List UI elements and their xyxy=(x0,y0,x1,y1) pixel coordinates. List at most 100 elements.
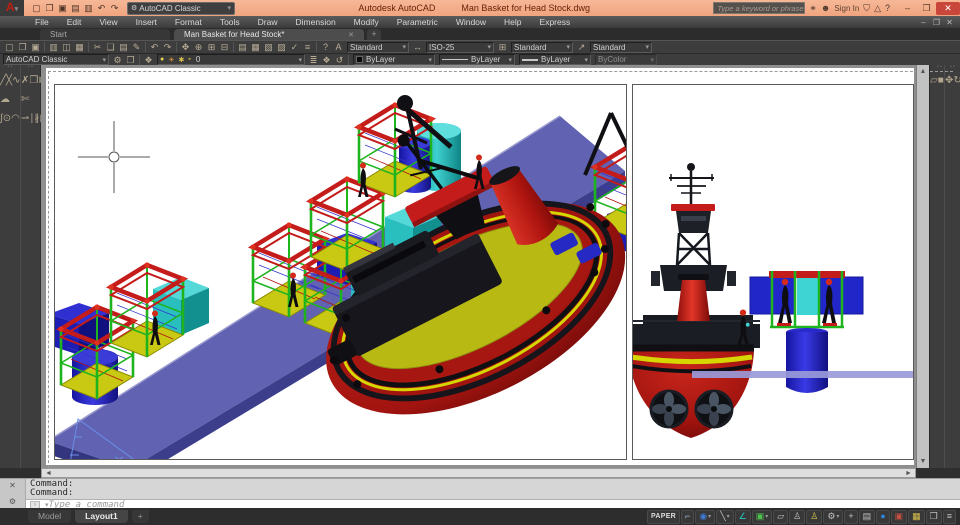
menu-draw[interactable]: Draw xyxy=(249,16,287,28)
revision-cloud-icon[interactable]: ☁ xyxy=(0,94,10,105)
menu-edit[interactable]: Edit xyxy=(58,16,91,28)
help-icon[interactable]: ? xyxy=(319,41,332,53)
command-wrench-icon[interactable]: ⚙ xyxy=(9,497,16,506)
workspace-combo-titlebar[interactable]: ⚙ AutoCAD Classic ▾ xyxy=(127,1,235,15)
copy-clip-icon[interactable]: ❏ xyxy=(104,41,117,53)
clean-screen-icon[interactable]: ❒ xyxy=(925,509,942,524)
tab-close-icon[interactable]: ✕ xyxy=(348,31,354,39)
qnew-icon[interactable]: ▢ xyxy=(3,41,16,53)
mleader-style-combo[interactable]: Standard ▾ xyxy=(590,41,652,53)
chevron-down-icon[interactable]: ▾ xyxy=(727,513,730,520)
new-layout-button[interactable]: + xyxy=(131,510,149,523)
3d-rotate-icon[interactable]: ↻ xyxy=(953,75,960,86)
match-properties-icon[interactable]: ✎ xyxy=(130,41,143,53)
undo-icon[interactable]: ↶ xyxy=(95,2,108,15)
designcenter-icon[interactable]: ▦ xyxy=(249,41,262,53)
new-tab-button[interactable]: + xyxy=(367,29,381,40)
menu-view[interactable]: View xyxy=(90,16,126,28)
isometric-drafting-icon[interactable]: ∠ xyxy=(734,509,751,524)
publish-icon[interactable]: ▦ xyxy=(73,41,86,53)
infocenter-search-input[interactable]: Type a keyword or phrase xyxy=(713,2,806,14)
show-annotation-objects-icon[interactable]: ▱ xyxy=(773,509,789,524)
lineweight-combo[interactable]: ByLayer ▾ xyxy=(519,54,591,65)
zoom-realtime-icon[interactable]: ⊕ xyxy=(192,41,205,53)
close-button[interactable]: ✕ xyxy=(936,1,960,15)
color-combo[interactable]: ByLayer ▾ xyxy=(353,54,435,65)
scroll-down-icon[interactable]: ▼ xyxy=(917,455,929,468)
save-icon[interactable]: ▣ xyxy=(29,41,42,53)
sign-in-user-icon[interactable]: ☻ xyxy=(821,3,830,13)
save-icon[interactable]: ▣ xyxy=(56,2,69,15)
chevron-down-icon[interactable]: ▾ xyxy=(836,513,839,520)
plot-preview-icon[interactable]: ◫ xyxy=(60,41,73,53)
doc-minimize-button[interactable]: – xyxy=(917,17,930,28)
isolate-objects-icon[interactable]: ▣ xyxy=(890,509,908,524)
help-icon[interactable]: ? xyxy=(885,3,890,13)
scroll-right-icon[interactable]: ► xyxy=(902,469,915,477)
vertical-scrollbar[interactable]: ▲ ▼ xyxy=(916,65,929,468)
autodesk360-icon[interactable]: △ xyxy=(874,3,881,14)
infer-constraints-icon[interactable]: ⌐ xyxy=(681,509,695,524)
text-style-combo[interactable]: Standard ▾ xyxy=(347,41,409,53)
quick-properties-icon[interactable]: ▤ xyxy=(858,509,876,524)
dim-style-combo[interactable]: ISO-25 ▾ xyxy=(426,41,494,53)
undo-icon[interactable]: ↶ xyxy=(148,41,161,53)
save-as-icon[interactable]: ▤ xyxy=(69,2,82,15)
toolbar-grip[interactable]: • • xyxy=(21,65,40,71)
menu-insert[interactable]: Insert xyxy=(127,16,166,28)
sign-in-link[interactable]: Sign In xyxy=(834,4,859,13)
menu-dimension[interactable]: Dimension xyxy=(287,16,345,28)
horizontal-scrollbar[interactable]: ◄ ► xyxy=(41,468,916,478)
restore-button[interactable]: ❐ xyxy=(917,2,936,15)
layer-properties-icon[interactable]: ≣ xyxy=(307,54,320,66)
annotation-autoscale-icon[interactable]: ♙ xyxy=(789,509,806,524)
application-menu-button[interactable]: A▾ xyxy=(0,0,24,16)
redo-icon[interactable]: ↷ xyxy=(108,2,121,15)
tool-palettes-icon[interactable]: ▧ xyxy=(262,41,275,53)
annotation-monitor-icon[interactable]: + xyxy=(844,509,858,524)
copy-icon[interactable]: ❐ xyxy=(29,75,38,86)
pan-icon[interactable]: ✥ xyxy=(179,41,192,53)
doc-restore-button[interactable]: ❐ xyxy=(930,17,943,28)
sheet-set-manager-icon[interactable]: ▨ xyxy=(275,41,288,53)
cut-icon[interactable]: ✂ xyxy=(91,41,104,53)
open-icon[interactable]: ❐ xyxy=(16,41,29,53)
paste-icon[interactable]: ▤ xyxy=(117,41,130,53)
layer-combo[interactable]: ● ☀ ✱ ▪ 0 ▾ xyxy=(157,54,305,65)
menu-file[interactable]: File xyxy=(26,16,58,28)
paper-space-toggle[interactable]: PAPER xyxy=(646,509,681,524)
zoom-previous-icon[interactable]: ⊟ xyxy=(218,41,231,53)
tab-active-drawing[interactable]: Man Basket for Head Stock* ✕ xyxy=(174,29,364,40)
plot-icon[interactable]: ▥ xyxy=(47,41,60,53)
menu-window[interactable]: Window xyxy=(447,16,495,28)
command-close-icon[interactable]: ✕ xyxy=(9,481,16,490)
customization-menu-icon[interactable]: ≡ xyxy=(942,509,956,524)
ellipse-arc-icon[interactable]: ◠ xyxy=(11,113,20,124)
object-snap-icon[interactable]: ▣ ▾ xyxy=(751,509,773,524)
minimize-button[interactable]: – xyxy=(898,2,917,15)
polar-tracking-icon[interactable]: ╲ ▾ xyxy=(716,509,734,524)
menu-parametric[interactable]: Parametric xyxy=(388,16,447,28)
layer-properties-manager-icon[interactable]: ❖ xyxy=(142,54,155,66)
scroll-up-icon[interactable]: ▲ xyxy=(917,65,929,78)
quickcalc-icon[interactable]: ≡ xyxy=(301,41,314,53)
menu-tools[interactable]: Tools xyxy=(211,16,249,28)
workspace-switching-icon[interactable]: ⚙ ▾ xyxy=(823,509,844,524)
menu-express[interactable]: Express xyxy=(531,16,580,28)
exchange-apps-icon[interactable]: ⛉ xyxy=(863,3,870,14)
annotation-scale-icon[interactable]: ♙ xyxy=(806,509,823,524)
menu-format[interactable]: Format xyxy=(166,16,211,28)
toolbar-grip[interactable]: • • xyxy=(0,65,20,71)
viewport-front-elevation[interactable] xyxy=(632,84,914,460)
drawing-area[interactable] xyxy=(41,65,953,523)
scroll-left-icon[interactable]: ◄ xyxy=(42,469,55,477)
chevron-down-icon[interactable]: ▾ xyxy=(708,513,711,520)
plot-icon[interactable]: ▥ xyxy=(82,2,95,15)
table-style-combo[interactable]: Standard ▾ xyxy=(511,41,573,53)
linetype-combo[interactable]: ByLayer ▾ xyxy=(439,54,515,65)
properties-icon[interactable]: ▤ xyxy=(236,41,249,53)
hardware-acceleration-icon[interactable]: ▦ xyxy=(908,509,925,524)
capture-icon[interactable]: ❐ xyxy=(124,54,137,66)
make-layer-current-icon[interactable]: ❖ xyxy=(320,54,333,66)
doc-close-button[interactable]: ✕ xyxy=(943,17,956,28)
